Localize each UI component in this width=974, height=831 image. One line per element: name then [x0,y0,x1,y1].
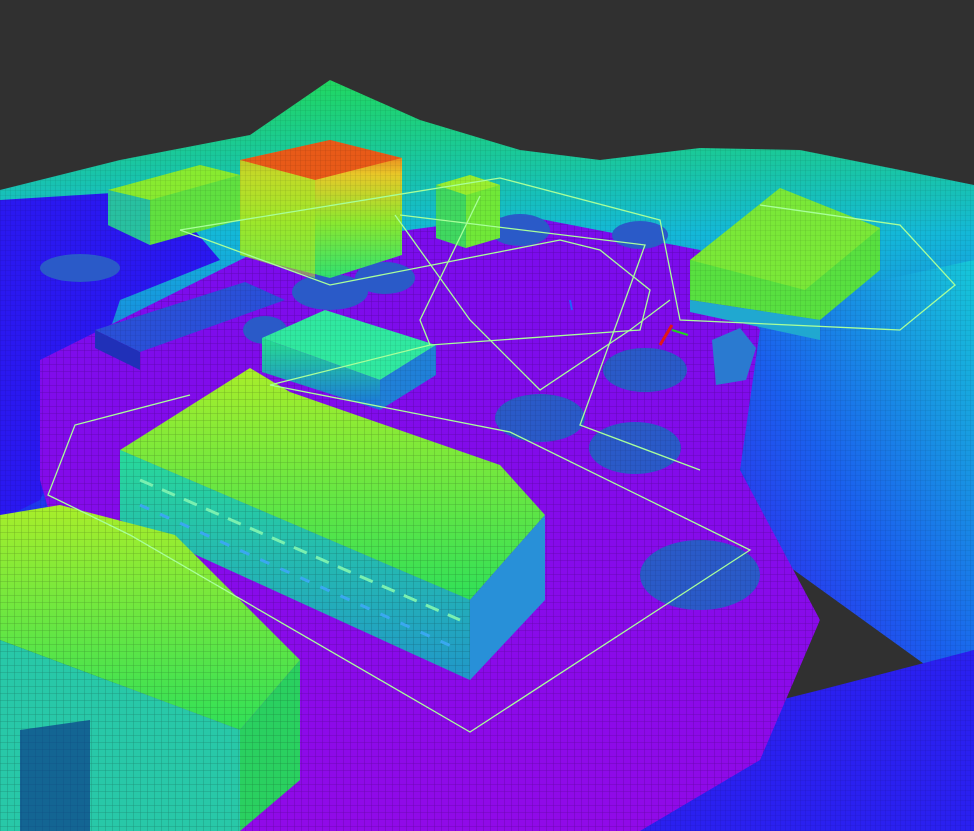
building-small-cube [436,175,500,248]
voxel-map-scene[interactable] [0,0,974,831]
building-tower [240,140,402,278]
3d-map-viewport[interactable] [0,0,974,831]
background-sky [0,0,974,1]
